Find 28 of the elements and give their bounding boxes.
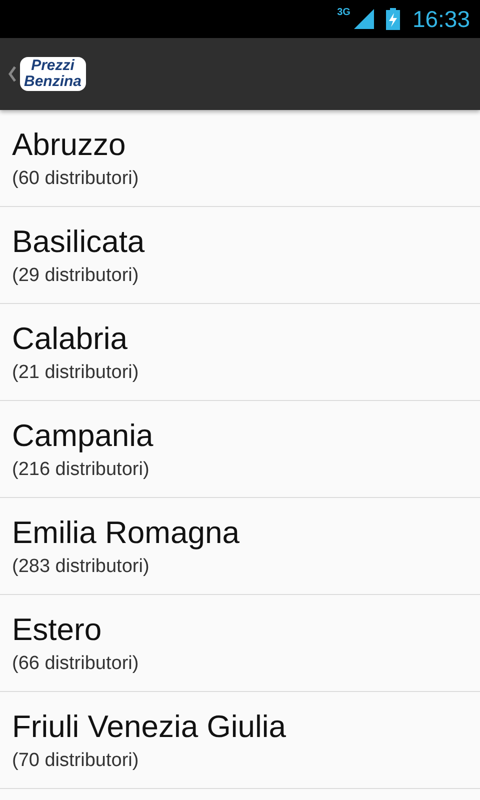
chevron-left-icon bbox=[8, 66, 16, 82]
region-item[interactable]: Basilicata (29 distributori) bbox=[0, 207, 480, 304]
clock: 16:33 bbox=[412, 6, 470, 32]
region-name: Emilia Romagna bbox=[12, 514, 240, 552]
region-name: Friuli Venezia Giulia bbox=[12, 708, 287, 746]
station-count: (29 distributori) bbox=[12, 264, 140, 288]
region-item[interactable]: Calabria (21 distributori) bbox=[0, 304, 480, 401]
station-count: (60 distributori) bbox=[12, 167, 140, 191]
signal-icon bbox=[354, 9, 374, 29]
region-name: Calabria bbox=[12, 320, 128, 358]
region-item[interactable]: Campania (216 distributori) bbox=[0, 401, 480, 498]
region-name: Basilicata bbox=[12, 223, 146, 261]
region-item[interactable]: Emilia Romagna (283 distributori) bbox=[0, 498, 480, 595]
region-item[interactable]: Estero (66 distributori) bbox=[0, 595, 480, 692]
region-name: Campania bbox=[12, 417, 154, 455]
up-button[interactable]: Prezzi Benzina bbox=[4, 53, 90, 95]
network-type: 3G bbox=[337, 7, 350, 18]
station-count: (283 distributori) bbox=[12, 555, 150, 579]
region-name: Abruzzo bbox=[12, 126, 127, 164]
station-count: (66 distributori) bbox=[12, 652, 140, 676]
app-logo: Prezzi Benzina bbox=[20, 57, 86, 91]
station-count: (21 distributori) bbox=[12, 361, 140, 385]
region-name: Estero bbox=[12, 611, 103, 649]
region-item[interactable]: Friuli Venezia Giulia (70 distributori) bbox=[0, 692, 480, 789]
station-count: (216 distributori) bbox=[12, 458, 150, 482]
station-count: (70 distributori) bbox=[12, 749, 140, 773]
battery-charging-icon bbox=[386, 8, 400, 30]
region-item[interactable]: Abruzzo (60 distributori) bbox=[0, 110, 480, 207]
